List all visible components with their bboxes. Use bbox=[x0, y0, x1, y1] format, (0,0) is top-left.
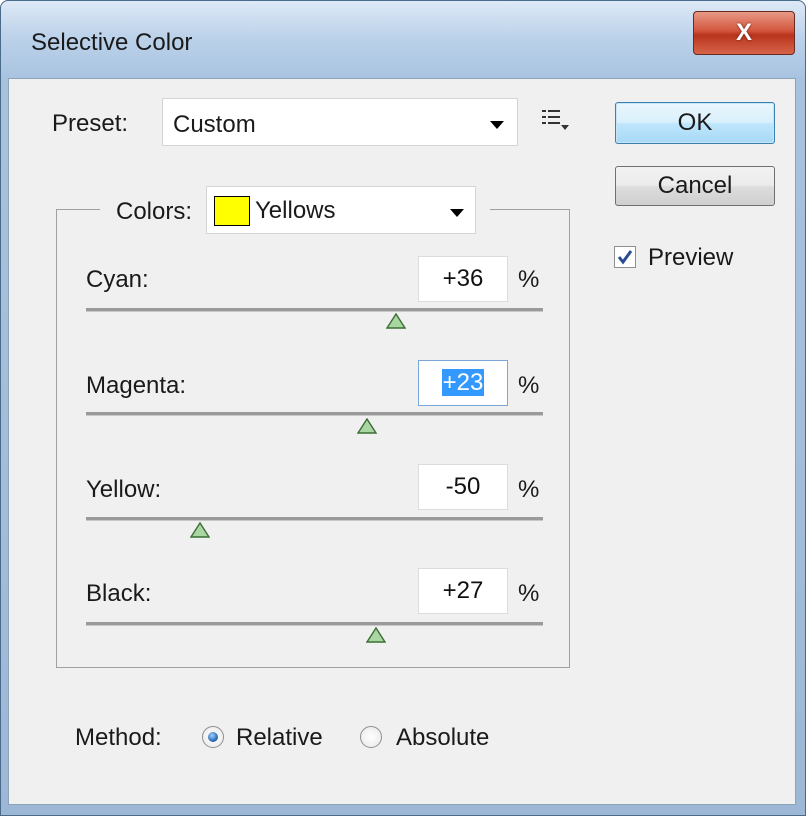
magenta-label: Magenta: bbox=[86, 372, 187, 399]
chevron-down-icon bbox=[450, 209, 464, 217]
absolute-radio[interactable] bbox=[360, 726, 382, 748]
yellow-value-input[interactable]: -50 bbox=[418, 464, 508, 510]
close-icon: X bbox=[735, 19, 752, 46]
cyan-label: Cyan: bbox=[86, 266, 149, 293]
radio-selected-dot bbox=[208, 732, 218, 742]
preset-label: Preset: bbox=[52, 110, 129, 137]
black-slider-track[interactable] bbox=[86, 622, 543, 626]
relative-label[interactable]: Relative bbox=[236, 724, 323, 752]
colors-label: Colors: bbox=[116, 198, 193, 225]
relative-radio[interactable] bbox=[202, 726, 224, 748]
black-value-input[interactable]: +27 bbox=[418, 568, 508, 614]
magenta-value-input[interactable]: +23 bbox=[418, 360, 508, 406]
magenta-unit: % bbox=[518, 372, 540, 399]
preview-label: Preview bbox=[648, 244, 734, 271]
magenta-slider-thumb[interactable] bbox=[357, 418, 377, 435]
yellow-label: Yellow: bbox=[86, 476, 162, 503]
chevron-down-icon bbox=[490, 121, 504, 129]
preview-checkbox[interactable] bbox=[614, 246, 636, 268]
magenta-value-selection: +23 bbox=[441, 369, 485, 396]
title-bar[interactable]: Selective Color X bbox=[1, 1, 805, 81]
black-label: Black: bbox=[86, 580, 152, 607]
cyan-slider-thumb[interactable] bbox=[386, 313, 406, 330]
absolute-label[interactable]: Absolute bbox=[396, 724, 489, 752]
close-button[interactable]: X bbox=[693, 11, 795, 55]
ok-button[interactable]: OK bbox=[615, 102, 775, 144]
preset-dropdown[interactable]: Custom bbox=[162, 98, 518, 146]
colors-value: Yellows bbox=[255, 197, 336, 224]
yellow-unit: % bbox=[518, 476, 540, 503]
method-label: Method: bbox=[75, 724, 162, 751]
preset-value: Custom bbox=[173, 111, 256, 138]
yellow-slider-track[interactable] bbox=[86, 517, 543, 521]
magenta-slider-track[interactable] bbox=[86, 412, 543, 416]
cyan-unit: % bbox=[518, 266, 540, 293]
cancel-button[interactable]: Cancel bbox=[615, 166, 775, 206]
black-unit: % bbox=[518, 580, 540, 607]
color-swatch bbox=[214, 196, 250, 226]
black-slider-thumb[interactable] bbox=[366, 627, 386, 644]
yellow-slider-thumb[interactable] bbox=[190, 522, 210, 539]
checkmark-icon bbox=[617, 250, 633, 265]
cyan-value-input[interactable]: +36 bbox=[418, 256, 508, 302]
cyan-slider-track[interactable] bbox=[86, 308, 543, 312]
window-title: Selective Color bbox=[31, 29, 193, 56]
